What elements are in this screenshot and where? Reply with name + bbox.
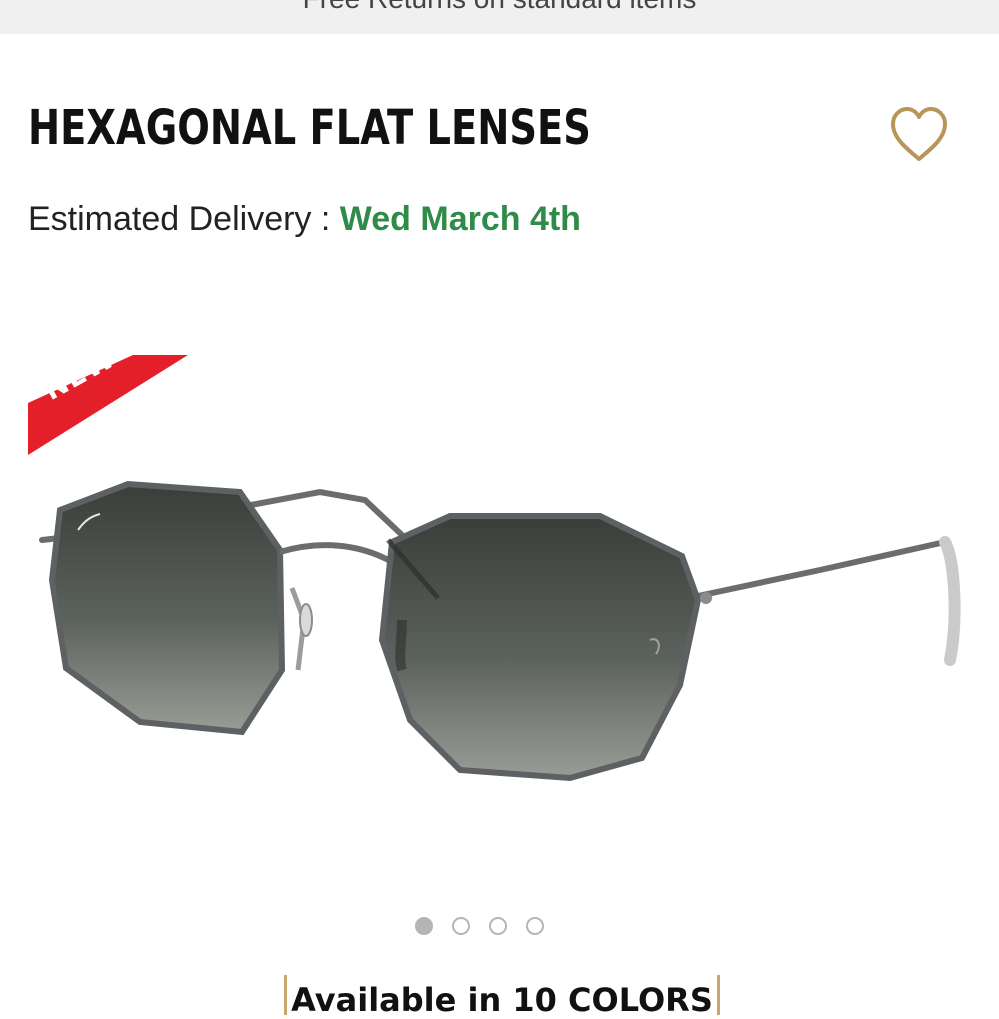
sunglasses-image [39, 480, 961, 782]
delivery-date: Wed March 4th [339, 200, 581, 238]
carousel-dots [415, 917, 544, 941]
carousel-dot-2[interactable] [452, 917, 470, 935]
heart-outline-icon [891, 107, 947, 161]
carousel-dot-4[interactable] [526, 917, 544, 935]
product-title: HEXAGONAL FLAT LENSES [28, 100, 591, 156]
carousel-dot-3[interactable] [489, 917, 507, 935]
wishlist-button[interactable] [886, 104, 952, 166]
delivery-label: Estimated Delivery : [28, 200, 340, 238]
promo-bar: Free Returns on standard items [0, 0, 999, 34]
promo-text: Free Returns on standard items [0, 0, 999, 15]
estimated-delivery: Estimated Delivery : Wed March 4th [28, 200, 581, 239]
carousel-dot-1[interactable] [415, 917, 433, 935]
available-colors-button[interactable]: Available in 10 COLORS [284, 975, 720, 1019]
available-colors-label: Available in 10 COLORS [291, 981, 713, 1019]
